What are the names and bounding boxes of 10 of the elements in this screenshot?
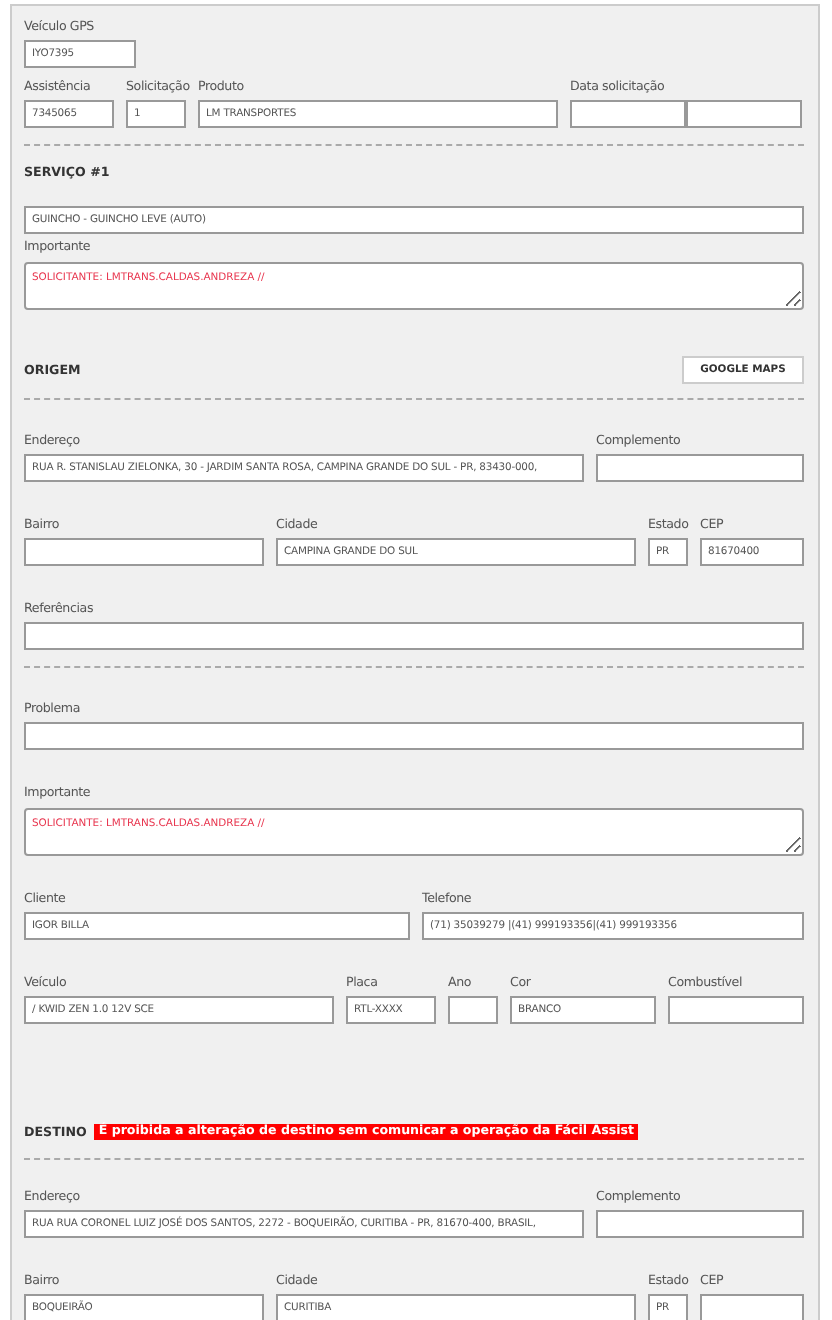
input-field[interactable] <box>686 100 802 128</box>
input-field[interactable] <box>570 100 686 128</box>
input-field[interactable] <box>448 996 498 1024</box>
input-field[interactable] <box>24 622 804 650</box>
input-field[interactable] <box>24 722 804 750</box>
input-field[interactable] <box>24 538 264 566</box>
input-field[interactable] <box>700 1294 804 1320</box>
input-field[interactable] <box>668 996 804 1024</box>
input-field[interactable] <box>596 454 804 482</box>
input-field[interactable] <box>596 1210 804 1238</box>
